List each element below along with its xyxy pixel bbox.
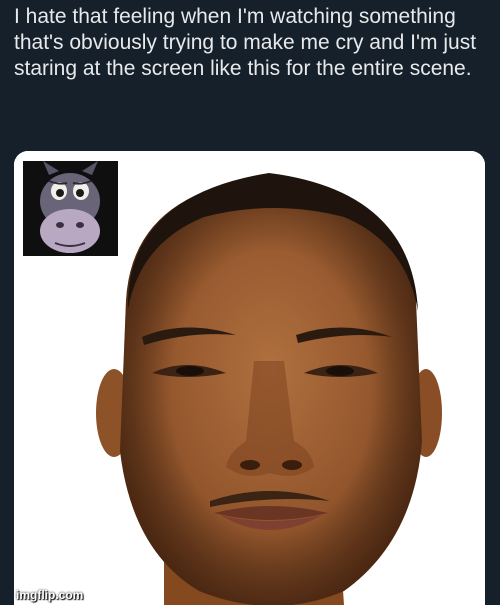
tweet-media[interactable]: imgflip.com <box>14 151 485 605</box>
donkey-inset-image <box>23 161 118 256</box>
imgflip-watermark: imgflip.com <box>16 588 84 602</box>
donkey-face-icon <box>23 161 118 256</box>
tweet-text: I hate that feeling when I'm watching so… <box>14 5 477 80</box>
